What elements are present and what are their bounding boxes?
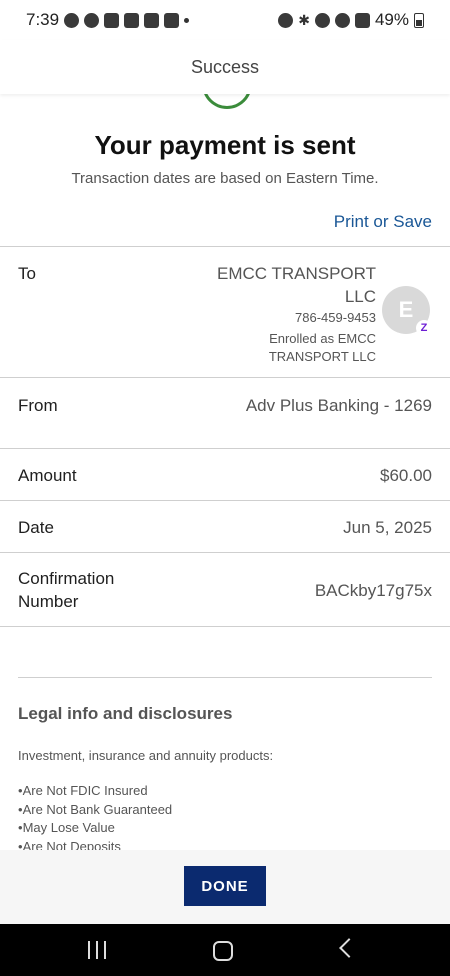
mute-icon [314,12,330,28]
status-bar: 7:39 ✱ 49% [0,0,450,40]
gmail-icon [144,12,160,28]
app-icon [164,12,180,28]
list-item: Are Not Bank Guaranteed [18,801,173,820]
divider [0,626,450,627]
recents-icon[interactable] [88,941,106,959]
zelle-icon: Z [416,320,432,336]
divider [0,500,450,501]
avatar-initial: E [398,297,414,322]
system-nav-bar [0,924,450,976]
scroll-content[interactable]: Your payment is sent Transaction dates a… [0,94,450,850]
shop-icon [124,12,140,28]
print-or-save-link[interactable]: Print or Save [334,212,432,232]
amount-value: $60.00 [380,466,432,485]
from-account: Adv Plus Banking - 1269 [245,396,432,415]
back-icon[interactable] [339,938,359,958]
date-label: Date [18,518,54,537]
legal-title: Legal info and disclosures [18,704,233,723]
bottom-action-bar: DONE [0,850,450,924]
recipient-phone: 786-459-9453 [295,310,376,325]
battery-percent: 49% [374,10,409,29]
from-label: From [18,396,58,415]
list-item: May Lose Value [18,819,172,838]
confirmation-headline: Your payment is sent [94,130,356,160]
list-item: Are Not Deposits [18,838,172,851]
confirmation-number-label: Confirmation Number [18,569,115,611]
bluetooth-icon: ✱ [298,11,310,28]
messages-icon [84,12,100,28]
timezone-note: Transaction dates are based on Eastern T… [71,170,379,187]
confirmation-number-value: BACkby17g75x [314,581,432,600]
legal-disclosure-list: Are Not FDIC Insured Are Not Bank Guaran… [18,782,173,851]
to-label: To [18,264,36,283]
wifi-icon [334,12,350,28]
divider [0,246,450,247]
divider [18,677,432,678]
page-title: Success [190,56,260,77]
status-bar-right: ✱ 49% [278,10,424,30]
alarm-icon [278,12,294,28]
done-button[interactable]: DONE [184,866,266,906]
recipient-name: EMCC TRANSPORT LLC [216,264,376,306]
list-item: Are Not FDIC Insured [18,782,172,801]
ring-icon [104,12,120,28]
zelle-badge-letter: Z [420,322,428,334]
more-notifications-icon [184,17,190,23]
status-time: 7:39 [26,10,60,29]
success-check-icon [202,94,252,109]
divider [0,552,450,553]
status-bar-left: 7:39 [26,10,190,30]
battery-icon [414,12,424,28]
recipient-enrolled-name: Enrolled as EMCC TRANSPORT LLC [268,331,376,364]
home-icon[interactable] [213,941,233,961]
whatsapp-icon [64,12,80,28]
amount-label: Amount [18,466,77,485]
divider [0,448,450,449]
date-value: Jun 5, 2025 [343,518,432,537]
divider [0,377,450,378]
signal-icon [354,12,370,28]
legal-intro: Investment, insurance and annuity produc… [18,748,274,763]
app-header: Success [0,40,450,94]
